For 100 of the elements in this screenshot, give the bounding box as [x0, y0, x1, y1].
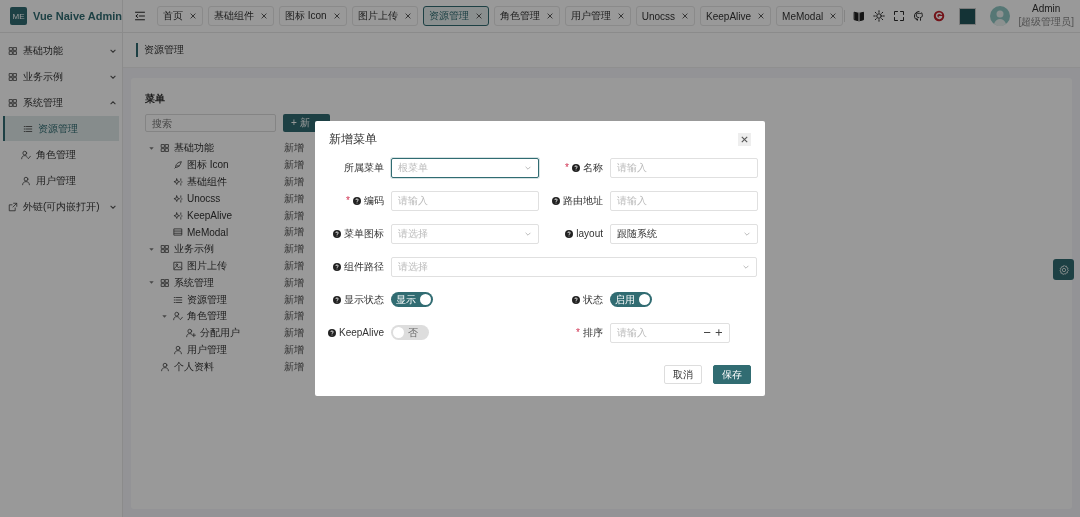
tree-item-label[interactable]: MeModal [187, 226, 229, 238]
menu-fold-icon[interactable] [134, 10, 146, 22]
add-link[interactable]: 新增 [284, 208, 304, 223]
sparkle-icon [173, 193, 183, 204]
input-field[interactable]: 请输入 [391, 190, 539, 211]
app-logo: ME [10, 7, 27, 25]
page-tab[interactable]: MeModal [776, 6, 844, 26]
theme-color-swatch[interactable] [959, 7, 977, 25]
page-tab[interactable]: KeepAlive [700, 6, 772, 26]
add-link[interactable]: 新增 [284, 258, 304, 273]
user-check-icon [173, 311, 183, 322]
tree-item-label[interactable]: 资源管理 [187, 292, 227, 307]
sidebar-item[interactable]: 系统管理 [3, 90, 119, 115]
page-tab[interactable]: 角色管理 [493, 6, 560, 26]
search-field[interactable]: 搜索 [145, 114, 276, 132]
grid-icon [160, 277, 170, 288]
add-link[interactable]: 新增 [284, 141, 304, 156]
settings-button[interactable] [1053, 259, 1074, 280]
add-link[interactable]: 新增 [284, 309, 304, 324]
required-mark: * [576, 327, 580, 338]
caret-icon[interactable] [148, 279, 155, 287]
stepper-icon[interactable] [703, 328, 723, 337]
user-check-icon [21, 149, 31, 160]
add-link[interactable]: 新增 [284, 342, 304, 357]
caret-icon[interactable] [148, 144, 155, 152]
page-tab[interactable]: 资源管理 [422, 6, 489, 26]
image-icon [173, 260, 183, 271]
user-role: [超级管理员] [1018, 15, 1074, 29]
required-mark: * [565, 162, 569, 173]
add-link[interactable]: 新增 [284, 191, 304, 206]
grid-icon [160, 143, 170, 154]
caret-icon[interactable] [161, 312, 168, 320]
add-link[interactable]: 新增 [284, 359, 304, 374]
close-icon[interactable] [829, 12, 838, 20]
page-tab[interactable]: 图片上传 [351, 6, 418, 26]
close-icon[interactable] [545, 12, 554, 20]
tree-item-label[interactable]: 用户管理 [187, 342, 227, 357]
close-icon[interactable] [403, 12, 412, 20]
select-field[interactable]: 跟随系统 [610, 223, 758, 244]
page-tab[interactable]: 首页 [157, 6, 203, 26]
tree-item-label[interactable]: 个人资料 [174, 359, 214, 374]
add-link[interactable]: 新增 [284, 292, 304, 307]
add-link[interactable]: 新增 [284, 175, 304, 189]
tree-item-label[interactable]: 基础组件 [187, 175, 227, 189]
required-mark: * [346, 195, 350, 206]
sidebar-item[interactable]: 资源管理 [3, 116, 119, 141]
page-tab[interactable]: 用户管理 [564, 6, 631, 26]
tree-item-label[interactable]: 角色管理 [187, 309, 227, 324]
tree-item-label[interactable]: 业务示例 [174, 242, 214, 257]
sparkle-icon [173, 210, 183, 221]
sun-icon[interactable] [873, 10, 886, 22]
save-button[interactable]: 保存 [713, 365, 751, 384]
feather-icon [173, 160, 183, 171]
input-field[interactable]: 请输入 [610, 190, 758, 211]
close-icon[interactable] [189, 12, 197, 20]
add-link[interactable]: 新增 [284, 242, 304, 257]
sidebar-item[interactable]: 业务示例 [3, 64, 119, 89]
app-title: Vue Naive Admin [32, 10, 122, 22]
list-icon [23, 123, 33, 134]
book-icon[interactable] [853, 10, 866, 22]
caret-icon[interactable] [148, 245, 155, 253]
page-tab[interactable]: 图标 Icon [279, 6, 347, 26]
cancel-button[interactable]: 取消 [664, 365, 702, 384]
close-icon[interactable] [616, 12, 625, 20]
tree-item-label[interactable]: 图片上传 [187, 258, 227, 273]
external-link-icon [8, 201, 18, 212]
add-link[interactable]: 新增 [284, 326, 304, 341]
input-field[interactable]: 请输入 [610, 157, 758, 178]
tree-item-label[interactable]: 系统管理 [174, 275, 214, 290]
close-icon[interactable] [474, 12, 483, 20]
fullscreen-icon[interactable] [893, 10, 906, 22]
user-plus-icon [186, 328, 196, 339]
field-label: 菜单图标 [344, 226, 384, 241]
add-link[interactable]: 新增 [284, 158, 304, 173]
close-icon[interactable] [681, 12, 690, 20]
tree-item-label[interactable]: 分配用户 [200, 326, 240, 341]
close-icon[interactable] [260, 12, 268, 20]
close-icon[interactable] [332, 12, 341, 20]
breadcrumb: 资源管理 [136, 43, 184, 57]
sidebar-item[interactable]: 外链(可内嵌打开) [3, 194, 119, 219]
sidebar-item[interactable]: 角色管理 [3, 142, 119, 167]
toggle-switch[interactable]: 否 [391, 325, 429, 340]
close-button[interactable] [738, 133, 751, 146]
toggle-switch[interactable]: 启用 [610, 292, 652, 307]
add-link[interactable]: 新增 [284, 225, 304, 240]
tree-item-label[interactable]: KeepAlive [187, 210, 233, 222]
circle-logo-icon[interactable] [933, 10, 946, 22]
page-tab[interactable]: 基础组件 [208, 6, 274, 26]
add-link[interactable]: 新增 [284, 275, 304, 290]
grid-icon [8, 97, 18, 108]
tree-item-label[interactable]: 基础功能 [174, 141, 214, 156]
tree-item-label[interactable]: Unocss [187, 193, 221, 205]
sidebar-item[interactable]: 用户管理 [3, 168, 119, 193]
toggle-switch[interactable]: 显示 [391, 292, 433, 307]
user-name: Admin [1032, 3, 1061, 15]
sidebar-item[interactable]: 基础功能 [3, 38, 119, 63]
page-tab[interactable]: Unocss [635, 6, 696, 26]
close-icon[interactable] [757, 12, 766, 20]
gear-icon [1057, 263, 1070, 276]
tree-item-label[interactable]: 图标 Icon [187, 158, 229, 173]
